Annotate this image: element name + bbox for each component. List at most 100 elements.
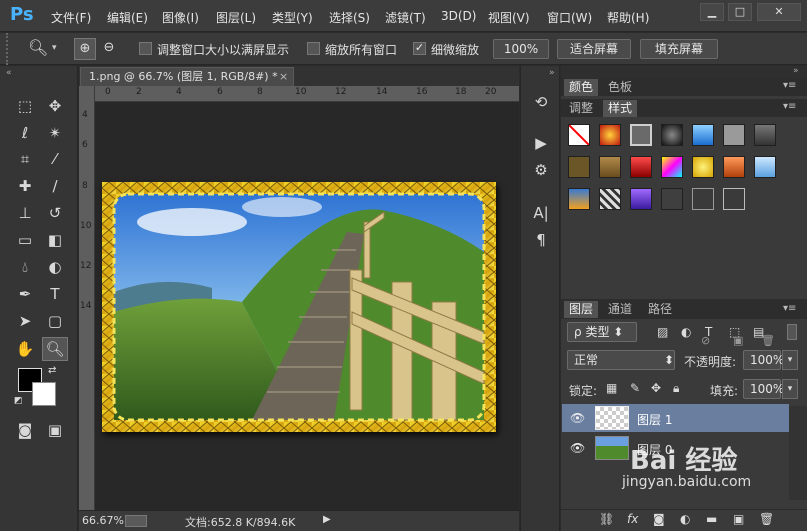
zoom-tool-active-icon[interactable]: 🔍︎ [42, 337, 68, 361]
tab-swatches[interactable]: 色板 [603, 79, 637, 96]
style-swatch[interactable] [599, 188, 621, 210]
minimize-button[interactable]: ▁ [700, 3, 724, 21]
opacity-dropdown-icon[interactable]: ▾ [782, 350, 798, 370]
menu-layer[interactable]: 图层(L) [216, 9, 256, 26]
filter-toggle-switch[interactable] [787, 324, 797, 340]
style-none-swatch[interactable] [568, 124, 590, 146]
eyedropper-icon[interactable]: ⁄ [42, 147, 68, 171]
filter-pixel-icon[interactable]: ▨ [657, 325, 668, 339]
fill-screen-button[interactable]: 填充屏幕 [640, 39, 718, 59]
visibility-eye-icon[interactable]: 👁︎ [570, 441, 585, 455]
brush-tool-icon[interactable]: ∕ [42, 174, 68, 198]
clone-stamp-icon[interactable]: ⊥ [12, 201, 38, 225]
paragraph-panel-icon[interactable]: ¶ [528, 228, 554, 252]
lock-position-icon[interactable]: ✥ [651, 381, 661, 395]
properties-panel-icon[interactable]: ⚙ [528, 158, 554, 182]
style-swatch[interactable] [599, 124, 621, 146]
magic-wand-icon[interactable]: ✴ [42, 121, 68, 145]
close-window-button[interactable]: ✕ [757, 3, 801, 21]
style-swatch[interactable] [692, 124, 714, 146]
fit-screen-button[interactable]: 适合屏幕 [557, 39, 631, 59]
horizontal-ruler[interactable]: 0 2 4 6 8 10 12 14 16 18 20 [95, 86, 519, 102]
collapse-icon[interactable]: « [6, 68, 12, 78]
link-layers-icon[interactable]: ⛓ [599, 512, 614, 526]
lock-all-icon[interactable]: 🔒︎ [673, 381, 679, 396]
rectangle-tool-icon[interactable]: ▢ [42, 309, 68, 333]
tab-layers[interactable]: 图层 [564, 301, 599, 318]
menu-help[interactable]: 帮助(H) [607, 9, 649, 26]
expand-dock-icon[interactable]: » [549, 68, 555, 78]
add-mask-icon[interactable]: ◙ [653, 512, 665, 526]
filter-adjustment-icon[interactable]: ◐ [681, 325, 691, 339]
crop-tool-icon[interactable]: ⌗ [12, 147, 38, 171]
style-swatch[interactable] [661, 156, 683, 178]
gradient-tool-icon[interactable]: ◧ [42, 228, 68, 252]
layer-name[interactable]: 图层 1 [637, 411, 672, 428]
layer-row-1[interactable]: 👁︎ 图层 1 [562, 404, 789, 432]
menu-type[interactable]: 类型(Y) [272, 9, 313, 26]
document-tab[interactable]: 1.png @ 66.7% (图层 1, RGB/8#) * × [80, 67, 294, 86]
actions-panel-icon[interactable]: ▶ [528, 131, 554, 155]
panel-menu-icon[interactable]: ▾≡ [783, 80, 796, 91]
marquee-tool-icon[interactable]: ⬚ [12, 94, 38, 118]
collapse-panels-icon[interactable]: » [793, 66, 799, 76]
zoom-tool-icon[interactable]: 🔍︎ [28, 38, 48, 57]
style-swatch[interactable] [723, 188, 745, 210]
filter-type-icon[interactable]: T [705, 325, 712, 339]
history-panel-icon[interactable]: ⟲ [528, 90, 554, 114]
style-swatch[interactable] [630, 124, 652, 146]
zoom-all-checkbox[interactable] [307, 42, 320, 55]
group-folder-icon[interactable]: ▬ [706, 512, 717, 526]
tab-color[interactable]: 颜色 [564, 79, 599, 96]
screen-mode-icon[interactable]: ▣ [42, 418, 68, 442]
menu-file[interactable]: 文件(F) [51, 9, 91, 26]
resize-windows-checkbox[interactable] [139, 42, 152, 55]
blur-tool-icon[interactable]: 💧︎ [12, 255, 38, 279]
tab-paths[interactable]: 路径 [643, 301, 677, 318]
style-swatch[interactable] [754, 156, 776, 178]
default-colors-icon[interactable]: ◩ [14, 396, 23, 406]
tab-styles[interactable]: 样式 [603, 100, 638, 117]
new-layer-icon[interactable]: ▣ [733, 512, 744, 526]
panel-menu-icon[interactable]: ▾≡ [783, 101, 796, 112]
fill-dropdown-icon[interactable]: ▾ [782, 379, 798, 399]
status-menu-arrow-icon[interactable]: ▶ [323, 514, 331, 525]
menu-edit[interactable]: 编辑(E) [107, 9, 148, 26]
grip-handle[interactable] [6, 33, 12, 65]
zoom-level[interactable]: 66.67% [82, 514, 124, 527]
zoom-out-icon[interactable]: ⊖ [98, 38, 120, 60]
menu-filter[interactable]: 滤镜(T) [385, 9, 426, 26]
canvas-image[interactable] [102, 182, 496, 432]
character-panel-icon[interactable]: A| [528, 201, 554, 225]
fill-input[interactable]: 100% [743, 379, 784, 399]
style-swatch[interactable] [723, 156, 745, 178]
layer-style-icon[interactable]: fx [627, 512, 638, 526]
maximize-button[interactable]: □ [728, 3, 752, 21]
move-tool-icon[interactable]: ✥ [42, 94, 68, 118]
background-color-swatch[interactable] [32, 382, 56, 406]
hand-tool-icon[interactable]: ✋ [12, 337, 38, 361]
menu-3d[interactable]: 3D(D) [441, 9, 476, 23]
lock-pixels-icon[interactable]: ✎ [630, 381, 640, 395]
menu-window[interactable]: 窗口(W) [547, 9, 592, 26]
dodge-tool-icon[interactable]: ◐ [42, 255, 68, 279]
status-preview-icon[interactable] [125, 515, 147, 527]
zoom-in-icon[interactable]: ⊕ [74, 38, 96, 60]
layer-kind-filter[interactable]: ρ 类型 ⬍ [567, 322, 637, 342]
tool-preset-dropdown-icon[interactable]: ▾ [52, 43, 57, 53]
zoom-100-button[interactable]: 100% [493, 39, 549, 59]
type-tool-icon[interactable]: T [42, 282, 68, 306]
style-swatch[interactable] [599, 156, 621, 178]
style-swatch[interactable] [661, 188, 683, 210]
visibility-eye-icon[interactable]: 👁︎ [570, 411, 585, 425]
layers-menu-icon[interactable]: ▾≡ [783, 303, 796, 314]
tab-channels[interactable]: 通道 [603, 301, 637, 318]
style-swatch[interactable] [692, 188, 714, 210]
healing-brush-icon[interactable]: ✚ [12, 174, 38, 198]
style-swatch[interactable] [754, 124, 776, 146]
delete-layer-icon[interactable]: 🗑︎ [759, 512, 774, 526]
style-swatch[interactable] [723, 124, 745, 146]
style-swatch[interactable] [568, 188, 590, 210]
opacity-input[interactable]: 100% [743, 350, 784, 370]
path-selection-icon[interactable]: ➤ [12, 309, 38, 333]
